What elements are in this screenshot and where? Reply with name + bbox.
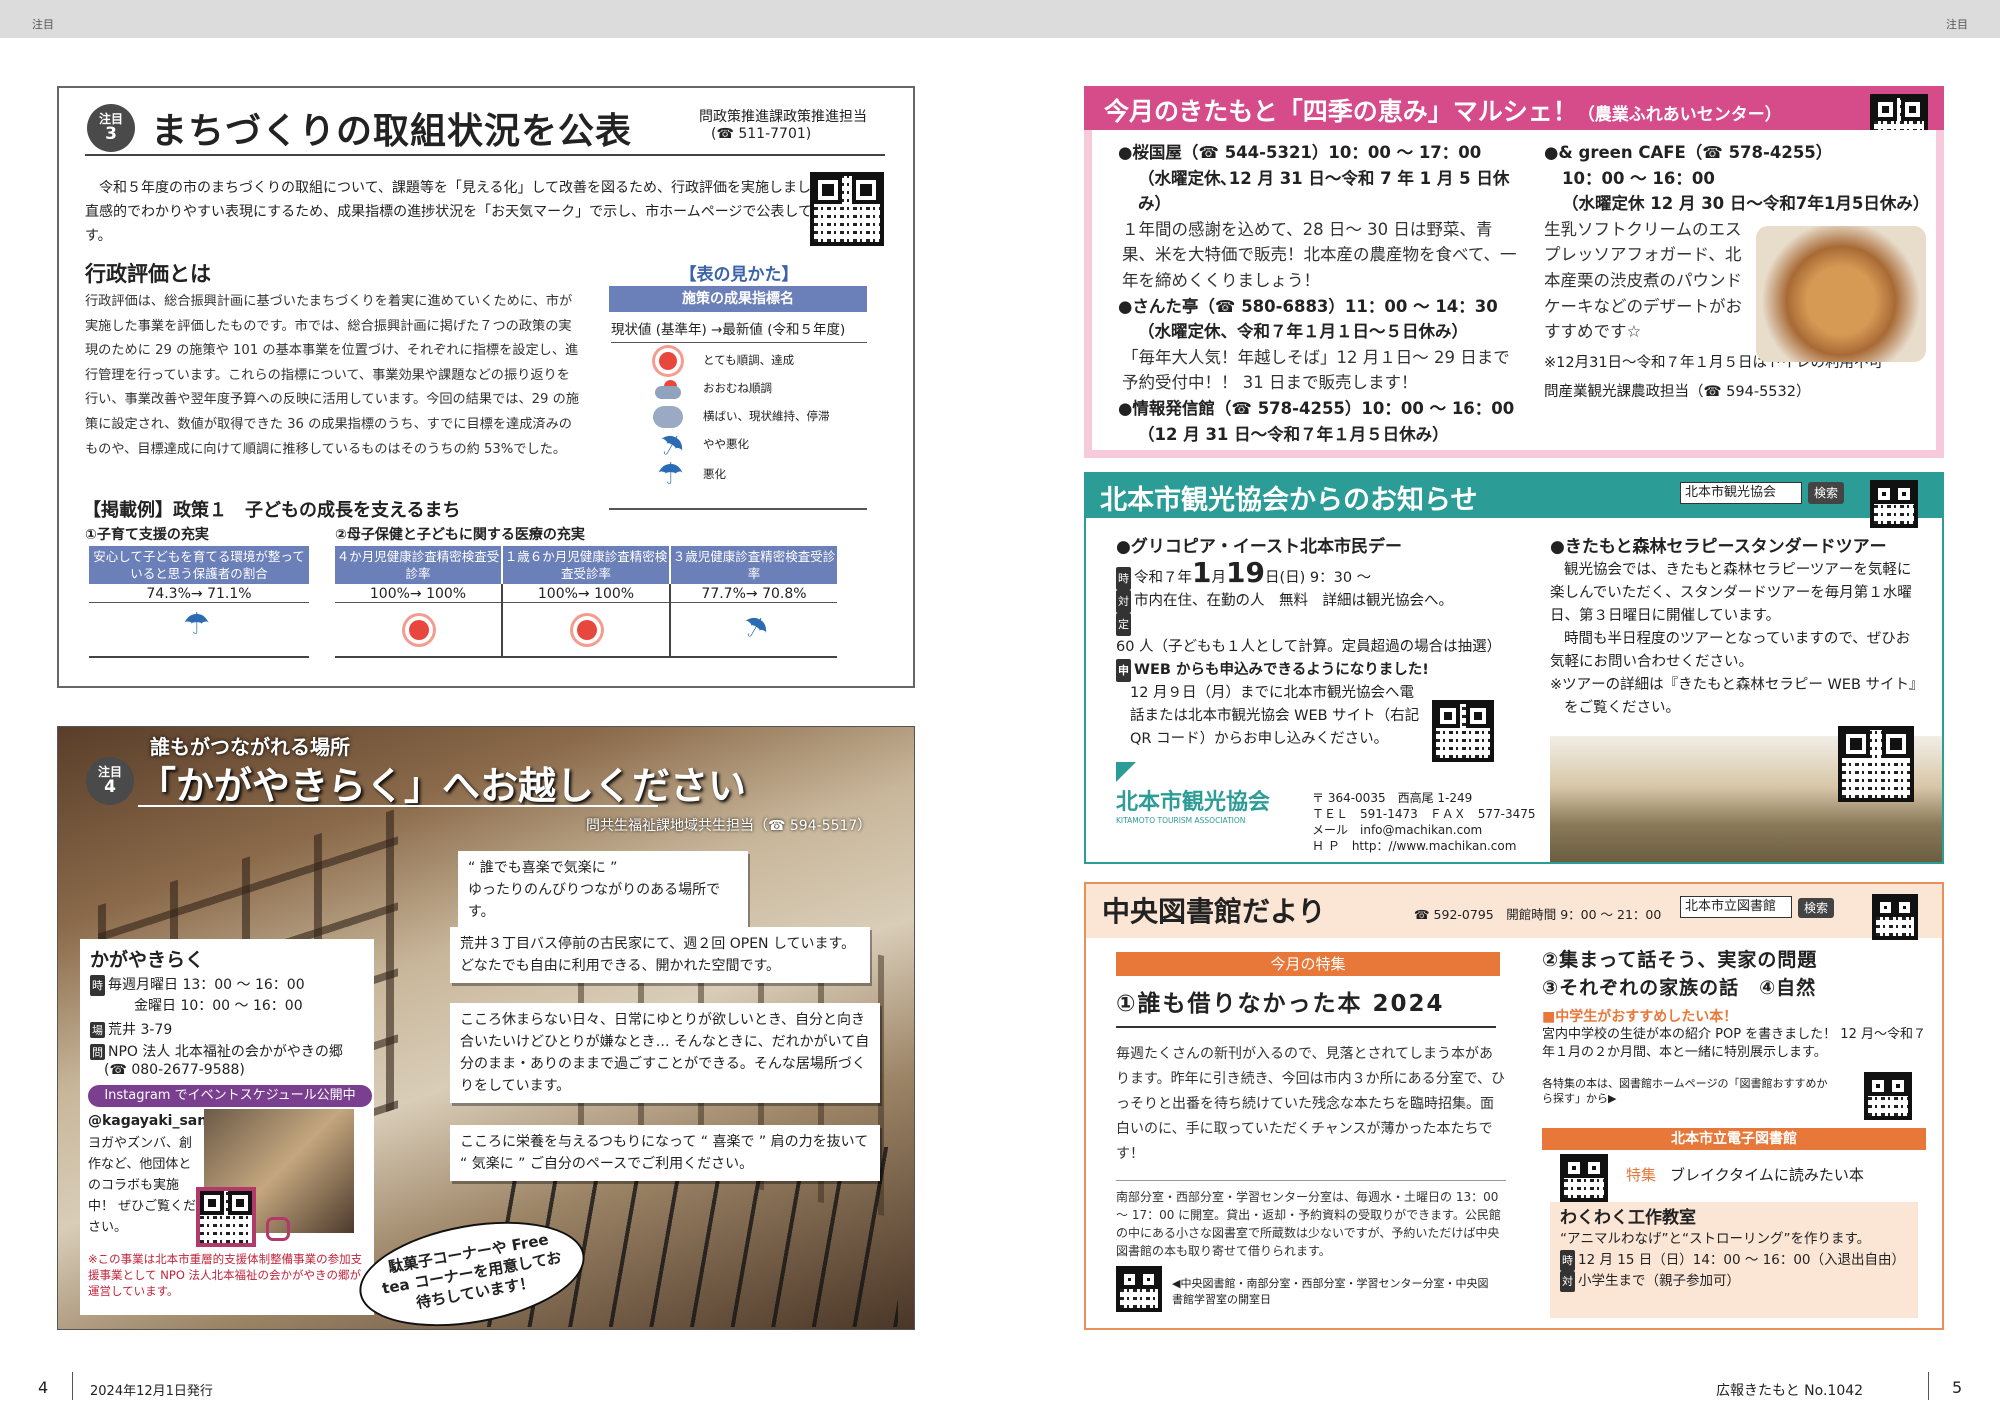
qr-code[interactable] xyxy=(1870,480,1918,528)
legend-item: やや悪化 xyxy=(703,437,749,451)
feature-text: 毎週たくさんの新刊が入るので、見落とされてしまう本があります。昨年に引き続き、今… xyxy=(1116,1046,1506,1162)
indicator-value: 100%→ 100% xyxy=(335,586,501,603)
flag-icon xyxy=(1116,762,1136,782)
indicator-value: 74.3%→ 71.1% xyxy=(89,586,309,603)
tourism-logo: 北本市観光協会 KITAMOTO TOURISM ASSOCIATION xyxy=(1116,762,1276,825)
contact-line: 問共生福祉課地域共生担当（☎ 594-5517） xyxy=(586,818,872,834)
legend-item: 横ばい、現状維持、停滞 xyxy=(703,409,830,423)
branch-link-text: ◀中央図書館・南部分室・西部分室・学習センター分室・中央図書館学習室の開室日 xyxy=(1172,1277,1489,1306)
indicator-header: １歳６か月児健康診査精密検査受診率 xyxy=(503,546,669,584)
body-text: 行政評価は、総合振興計画に基づいたまちづくりを着実に進めていくために、市が実施し… xyxy=(85,294,580,457)
header-left: 注目 xyxy=(32,18,54,31)
rain-umbrella-icon: ☂ xyxy=(183,607,210,642)
group-1-label: ①子育て支援の充実 xyxy=(85,527,209,543)
library-title: 中央図書館だより xyxy=(1102,895,1326,928)
section-title: 「かがやきらく」へお越しください xyxy=(138,764,747,808)
section-3-box: 注目 3 まちづくりの取組状況を公表 問政策推進課政策推進担当 (☎ 511-77… xyxy=(57,86,915,688)
ebook-banner: 北本市立電子図書館 xyxy=(1542,1128,1926,1150)
publication-name: 広報きたもと No.1042 xyxy=(1716,1383,1864,1399)
section-badge: 注目 4 xyxy=(86,757,134,805)
legend-title: 【表の見かた】 xyxy=(679,265,799,285)
tourism-box: 北本市観光協会からのお知らせ 北本市観光協会 検索 ●グリコピア・イースト北本市… xyxy=(1084,472,1944,864)
section-4-photo: 注目 4 誰もがつながれる場所 「かがやきらく」へお越しください 問共生福祉課地域… xyxy=(57,726,915,1330)
tour-block: ●きたもと森林セラピースタンダードツアー 観光協会では、きたもと森林セラピーツア… xyxy=(1550,537,1917,716)
example-heading: 【掲載例】政策１ 子どもの成長を支えるまち xyxy=(83,500,461,521)
folded-umbrella-icon: ☂ xyxy=(734,606,776,651)
page-number-right: 5 xyxy=(1952,1378,1963,1397)
legend-item: おおむね順調 xyxy=(703,381,772,395)
workshop-block: わくわく工作教室 “アニマルわなげ”と“ストローリング”を作ります。 時 12 月… xyxy=(1550,1202,1918,1318)
group-2-label: ②母子保健と子どもに関する医療の充実 xyxy=(335,527,585,543)
branch-text: 南部分室・西部分室・学習センター分室は、毎週水・土曜日の 13：00 ～ 17：… xyxy=(1116,1190,1501,1258)
indicator-header: 安心して子どもを育てる環境が整っていると思う保護者の割合 xyxy=(89,546,309,584)
rain-umbrella-icon: ☂ xyxy=(657,457,684,492)
instagram-qr-code[interactable] xyxy=(196,1187,256,1247)
info-title: かがやきらく xyxy=(90,949,205,971)
qr-code[interactable] xyxy=(1560,1154,1608,1202)
library-box: 中央図書館だより ☎ 592-0795 開館時間 9：00 ～ 21：00 北本… xyxy=(1084,882,1944,1330)
sun-icon xyxy=(577,620,597,640)
marche-left: ●桜国屋（☎ 544-5321）10：00 ～ 17：00 （水曜定休､12 月… xyxy=(1118,143,1517,444)
tourism-title: 北本市観光協会からのお知らせ xyxy=(1100,485,1478,516)
subheading: 行政評価とは xyxy=(85,262,211,286)
sun-icon xyxy=(409,620,429,640)
contact-line: 問政策推進課政策推進担当 xyxy=(699,109,867,125)
sun-cloud-icon xyxy=(655,380,681,399)
qr-code[interactable] xyxy=(1116,1266,1162,1312)
ebook-feature: 特集 ブレイクタイムに読みたい本 xyxy=(1626,1166,1864,1184)
feature-2-3: ②集まって話そう、実家の問題 ③それぞれの家族の話 ④自然 xyxy=(1542,949,1818,999)
qr-code[interactable] xyxy=(1864,1072,1912,1120)
contact-tel: (☎ 511-7701) xyxy=(711,126,812,142)
issue-date: 2024年12月1日発行 xyxy=(90,1384,213,1399)
info-card: かがやきらく 時毎週月曜日 13：00 ～ 16：00 金曜日 10：00 ～ 1… xyxy=(80,939,374,1315)
search-box[interactable]: 北本市立図書館 xyxy=(1680,896,1792,918)
legend-item: 悪化 xyxy=(703,467,726,481)
tourism-contact: 〒 364-0035 西高尾 1-249 ＴＥＬ 591-1473 ＦＡＸ 577… xyxy=(1312,791,1536,853)
marche-box: 今月のきたもと「四季の恵み」マルシェ！（農業ふれあいセンター） ●桜国屋（☎ 5… xyxy=(1084,86,1944,458)
intro-text: 令和５年度の市のまちづくりの取組について、課題等を「見える化」して改善を図るため… xyxy=(85,180,841,244)
qr-code[interactable] xyxy=(1872,894,1918,940)
cake-photo xyxy=(1756,226,1926,362)
instagram-text: ヨガやズンバ、創作など、他団体とのコラボも実施中！ ぜひご覧ください。 xyxy=(88,1136,197,1235)
feature-label: 今月の特集 xyxy=(1116,952,1500,976)
info-time: 時毎週月曜日 13：00 ～ 16：00 金曜日 10：00 ～ 16：00 xyxy=(90,975,305,1014)
quote-3: こころ休まらない日々、日常にゆとりが欲しいとき、自分と向き合いたいけどひとりが嫌… xyxy=(450,1003,880,1103)
quote-2: 荒井３丁目バス停前の古民家にて、週２回 OPEN しています。どなたでも自由に利… xyxy=(450,927,870,983)
legend-header: 施策の成果指標名 xyxy=(609,286,867,312)
section-title: まちづくりの取組状況を公表 xyxy=(151,111,633,152)
legend-item: とても順調、達成 xyxy=(703,353,795,367)
indicator-value: 77.7%→ 70.8% xyxy=(671,586,837,603)
quote-1: “ 誰でも喜楽で気楽に ” ゆったりのんびりつながりのある場所です。 xyxy=(458,851,748,929)
info-tel: (☎ 080-2677-9588) xyxy=(104,1062,245,1078)
header-right: 注目 xyxy=(1946,18,1968,31)
info-place: 場荒井 3-79 xyxy=(90,1022,173,1038)
library-hours: ☎ 592-0795 開館時間 9：00 ～ 21：00 xyxy=(1414,907,1662,922)
search-box[interactable]: 北本市観光協会 xyxy=(1680,482,1802,504)
qr-code[interactable] xyxy=(810,172,884,246)
indicator-value: 100%→ 100% xyxy=(503,586,669,603)
sun-icon xyxy=(659,352,677,370)
instagram-icon xyxy=(266,1217,290,1241)
search-button[interactable]: 検索 xyxy=(1798,898,1834,918)
indicator-header: ４か月児健康診査精密検査受診率 xyxy=(335,546,501,584)
feature-1: ①誰も借りなかった本 2024 xyxy=(1116,984,1496,1028)
quote-4: こころに栄養を与えるつもりになって “ 喜楽で ” 肩の力を抜いて “ 気楽に … xyxy=(450,1125,880,1181)
marche-body: ●桜国屋（☎ 544-5321）10：00 ～ 17：00 （水曜定休､12 月… xyxy=(1092,130,1936,450)
marche-title: 今月のきたもと「四季の恵み」マルシェ！（農業ふれあいセンター） xyxy=(1104,97,1782,126)
qr-code[interactable] xyxy=(1432,700,1494,762)
instagram-banner: Instagram でイベントスケジュール公開中 xyxy=(88,1085,372,1107)
section-badge: 注目 3 xyxy=(87,104,135,152)
indicator-header: ３歳児健康診査精密検査受診率 xyxy=(671,546,837,584)
top-bar: 注目 注目 xyxy=(0,0,2000,38)
info-org: 問 NPO 法人 北本福祉の会かがやきの郷 xyxy=(90,1044,343,1060)
search-button[interactable]: 検索 xyxy=(1808,482,1844,504)
legend-list: とても順調、達成 おおむね順調 横ばい、現状維持、停滞 ☂ やや悪化 ☂ 悪化 xyxy=(609,340,867,510)
indicator-table: ４か月児健康診査精密検査受診率 １歳６か月児健康診査精密検査受診率 ３歳児健康診… xyxy=(335,546,837,658)
qr-code[interactable] xyxy=(1838,726,1914,802)
footnote: ※この事業は北本市重層的支援体制整備事業の参加支援事業として NPO 法人北本福… xyxy=(88,1252,363,1298)
page-number-left: 4 xyxy=(38,1378,49,1397)
